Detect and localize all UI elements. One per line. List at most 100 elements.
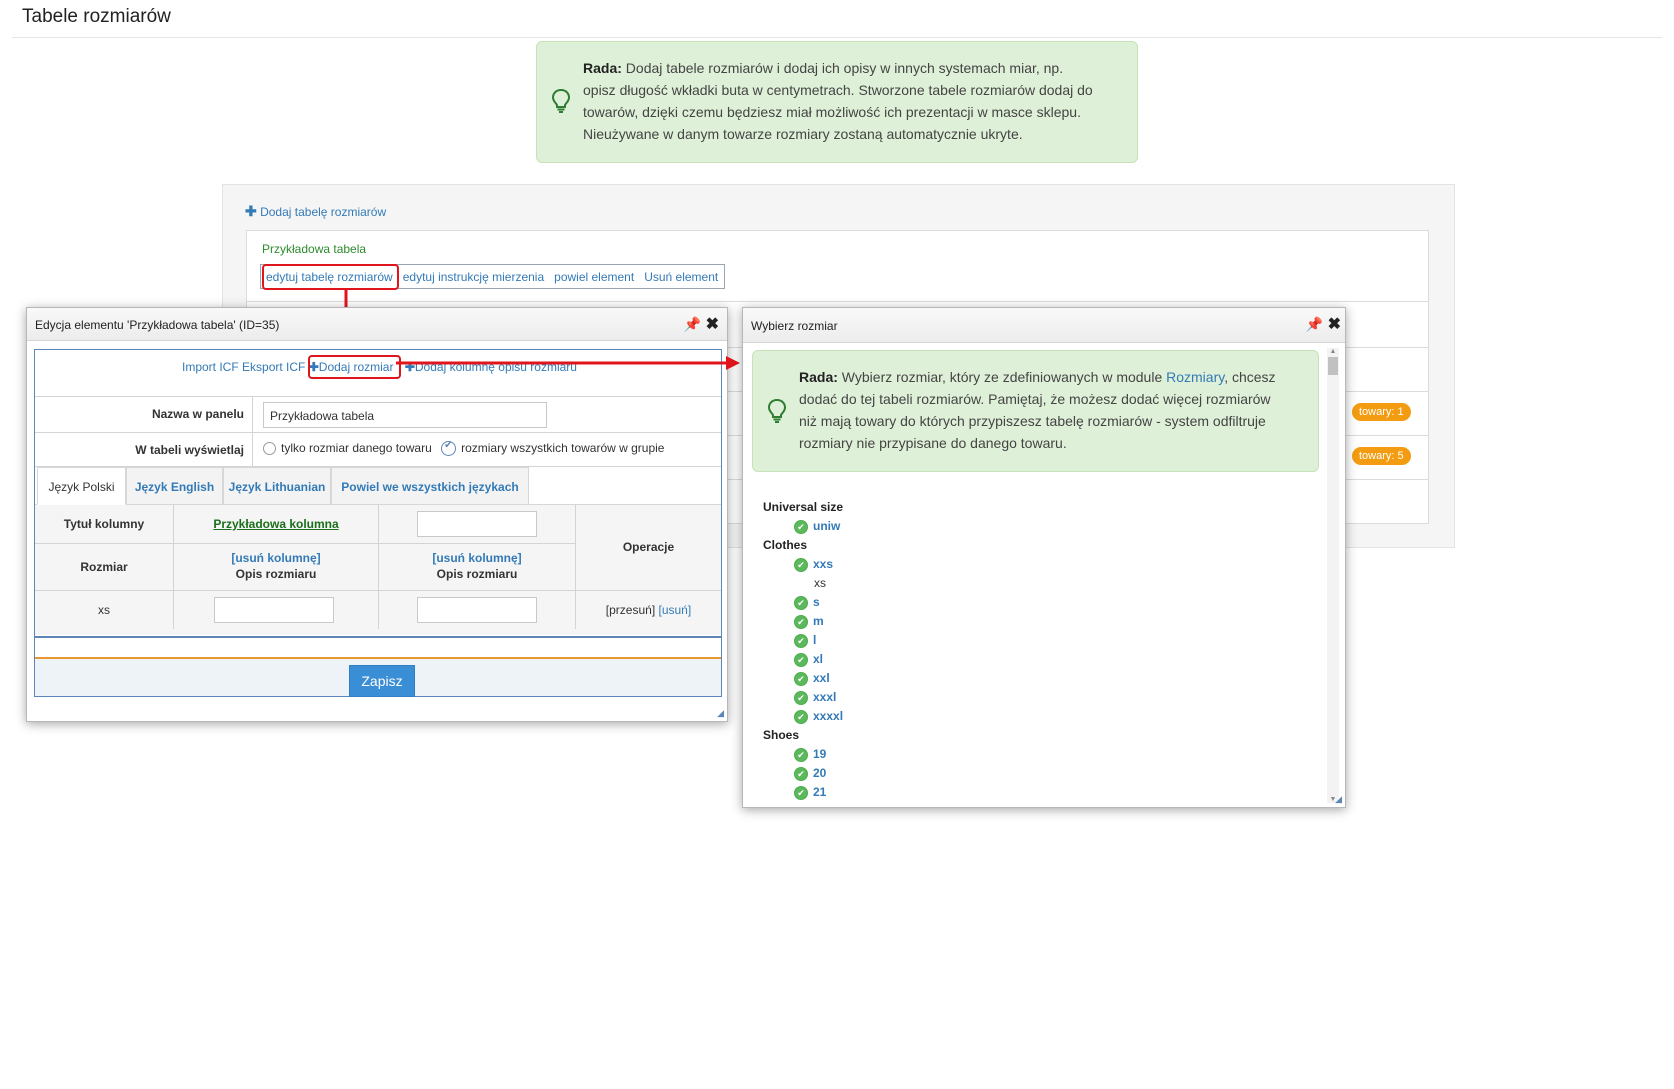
arrow-right-icon [396, 356, 740, 370]
title-divider [12, 37, 1662, 38]
tip-line: opisz długość wkładki buta w centymetrac… [583, 82, 1093, 98]
add-size-table-label: Dodaj tabelę rozmiarów [260, 205, 387, 219]
add-size-table-link[interactable]: ✚ Dodaj tabelę rozmiarów [245, 203, 386, 220]
dialog-title: Edycja elementu 'Przykładowa tabela' (ID… [35, 318, 280, 332]
size-item-21[interactable]: ✔ 21 [763, 783, 843, 802]
size-item-20[interactable]: ✔ 20 [763, 764, 843, 783]
size-description-input[interactable] [417, 597, 537, 623]
size-table-name[interactable]: Przykładowa tabela [262, 242, 366, 256]
check-icon: ✔ [794, 652, 808, 667]
name-input[interactable]: Przykładowa tabela [263, 402, 547, 428]
size-item-xxxxl[interactable]: ✔ xxxxl [763, 707, 843, 726]
display-label: W tabeli wyświetlaj [35, 433, 253, 466]
size-item-xxl[interactable]: ✔ xxl [763, 669, 843, 688]
size-item-xl[interactable]: ✔ xl [763, 650, 843, 669]
size-item-xxs[interactable]: ✔ xxs [763, 555, 843, 574]
radio-all-in-group[interactable]: ✔ [441, 440, 457, 457]
tip-line: Dodaj tabele rozmiarów i dodaj ich opisy… [625, 60, 1064, 76]
lightbulb-icon [767, 398, 787, 423]
export-icf-link[interactable]: Eksport ICF [242, 360, 305, 374]
dialog-title: Wybierz rozmiar [751, 319, 838, 333]
tip-line: , chcesz [1224, 369, 1276, 385]
close-icon[interactable]: ✖ [706, 314, 719, 334]
lightbulb-icon [551, 88, 571, 113]
import-icf-link[interactable]: Import ICF [182, 360, 239, 374]
tip-line: towarów, dzięki czemu będziesz miał możl… [583, 104, 1081, 120]
picker-tip-box: Rada: Wybierz rozmiar, który ze zdefinio… [752, 350, 1319, 472]
check-icon: ✔ [794, 633, 808, 648]
size-description-header: Opis rozmiaru [436, 567, 518, 581]
name-label: Nazwa w panelu [35, 397, 253, 432]
tip-label: Rada: [799, 369, 838, 385]
row-size: xs [35, 591, 174, 629]
radio-only-product[interactable] [263, 442, 276, 456]
name-row: Nazwa w panelu Przykładowa tabela [35, 397, 721, 433]
scrollbar[interactable]: ▲ ▼ [1327, 348, 1339, 803]
pin-icon[interactable]: 📌 [684, 316, 701, 333]
pin-icon[interactable]: 📌 [1306, 316, 1323, 333]
check-icon: ✔ [794, 785, 808, 800]
check-icon: ✔ [794, 557, 808, 572]
tip-line: Wybierz rozmiar, który ze zdefiniowanych… [841, 369, 1163, 385]
check-icon: ✔ [794, 671, 808, 686]
resize-handle-icon[interactable]: ◢ [717, 708, 724, 719]
display-row: W tabeli wyświetlaj tylko rozmiar danego… [35, 433, 721, 467]
highlight-add-size [308, 355, 401, 379]
column-title-link[interactable]: Przykładowa kolumna [174, 505, 378, 531]
scroll-thumb[interactable] [1328, 357, 1338, 375]
tip-line: niż mają towary do których przypiszesz t… [799, 413, 1266, 429]
resize-handle-icon[interactable]: ◢ [1335, 794, 1342, 805]
size-item-19[interactable]: ✔ 19 [763, 745, 843, 764]
remove-row-link[interactable]: [usuń] [659, 603, 692, 617]
column-title-input[interactable] [417, 511, 537, 537]
table-bottom-border [35, 636, 721, 638]
tab-english[interactable]: Język English [126, 467, 223, 505]
check-icon: ✔ [794, 690, 808, 705]
editor-body: Import ICF Eksport ICF ✚Dodaj rozmiar ✚D… [34, 349, 722, 697]
tab-polish[interactable]: Język Polski [37, 467, 126, 505]
radio-only-product-label: tylko rozmiar danego towaru [281, 441, 432, 455]
dialog-header: Wybierz rozmiar 📌 ✖ [743, 308, 1345, 343]
delete-element-link[interactable]: Usuń element [639, 270, 723, 284]
size-header: Rozmiar [80, 560, 128, 574]
size-item-l[interactable]: ✔ l [763, 631, 843, 650]
size-description-input[interactable] [214, 597, 334, 623]
name-input-value: Przykładowa tabela [270, 409, 375, 423]
check-icon: ✔ [794, 766, 808, 781]
products-count-badge: towary: 5 [1352, 447, 1411, 465]
category-clothes: Clothes [763, 538, 808, 552]
products-count-badge: towary: 1 [1352, 403, 1411, 421]
sizes-module-link[interactable]: Rozmiary [1166, 369, 1224, 385]
check-icon: ✔ [444, 440, 453, 452]
size-item-xs: xs [814, 576, 826, 590]
save-button[interactable]: Zapisz [349, 665, 415, 697]
check-icon: ✔ [794, 709, 808, 724]
size-item-s[interactable]: ✔ s [763, 593, 843, 612]
category-shoes: Shoes [763, 728, 800, 742]
scroll-up-icon[interactable]: ▲ [1327, 348, 1339, 355]
radio-all-in-group-label: rozmiary wszystkich towarów w grupie [461, 441, 665, 455]
size-item-uniw[interactable]: ✔ uniw [763, 517, 843, 536]
highlight-edit-size-table [262, 264, 399, 290]
tip-line: rozmiary nie przypisane do danego towaru… [799, 435, 1067, 451]
size-item-m[interactable]: ✔ m [763, 612, 843, 631]
choose-size-dialog: Wybierz rozmiar 📌 ✖ Rada: Wybierz rozmia… [742, 307, 1346, 808]
page-title: Tabele rozmiarów [22, 6, 171, 27]
plus-icon: ✚ [245, 203, 257, 219]
tip-line: dodać do tej tabeli rozmiarów. Pamiętaj,… [799, 391, 1271, 407]
dialog-header: Edycja elementu 'Przykładowa tabela' (ID… [27, 308, 727, 341]
remove-column-link[interactable]: [usuń kolumnę] [174, 551, 378, 565]
duplicate-element-link[interactable]: powiel element [549, 270, 639, 284]
tab-copy-all-languages[interactable]: Powiel we wszystkich językach [331, 467, 529, 505]
tab-lithuanian[interactable]: Język Lithuanian [223, 467, 331, 505]
edit-measure-instruction-link[interactable]: edytuj instrukcję mierzenia [398, 270, 549, 284]
size-item-xxxl[interactable]: ✔ xxxl [763, 688, 843, 707]
row-divider [247, 301, 1428, 302]
check-icon: ✔ [794, 519, 808, 534]
tip-line: Nieużywane w danym towarze rozmiary zost… [583, 126, 1023, 142]
remove-column-link[interactable]: [usuń kolumnę] [379, 551, 575, 565]
move-link[interactable]: [przesuń] [606, 603, 655, 617]
size-description-header: Opis rozmiaru [235, 567, 317, 581]
column-title-label: Tytuł kolumny [63, 517, 145, 531]
close-icon[interactable]: ✖ [1328, 314, 1341, 334]
